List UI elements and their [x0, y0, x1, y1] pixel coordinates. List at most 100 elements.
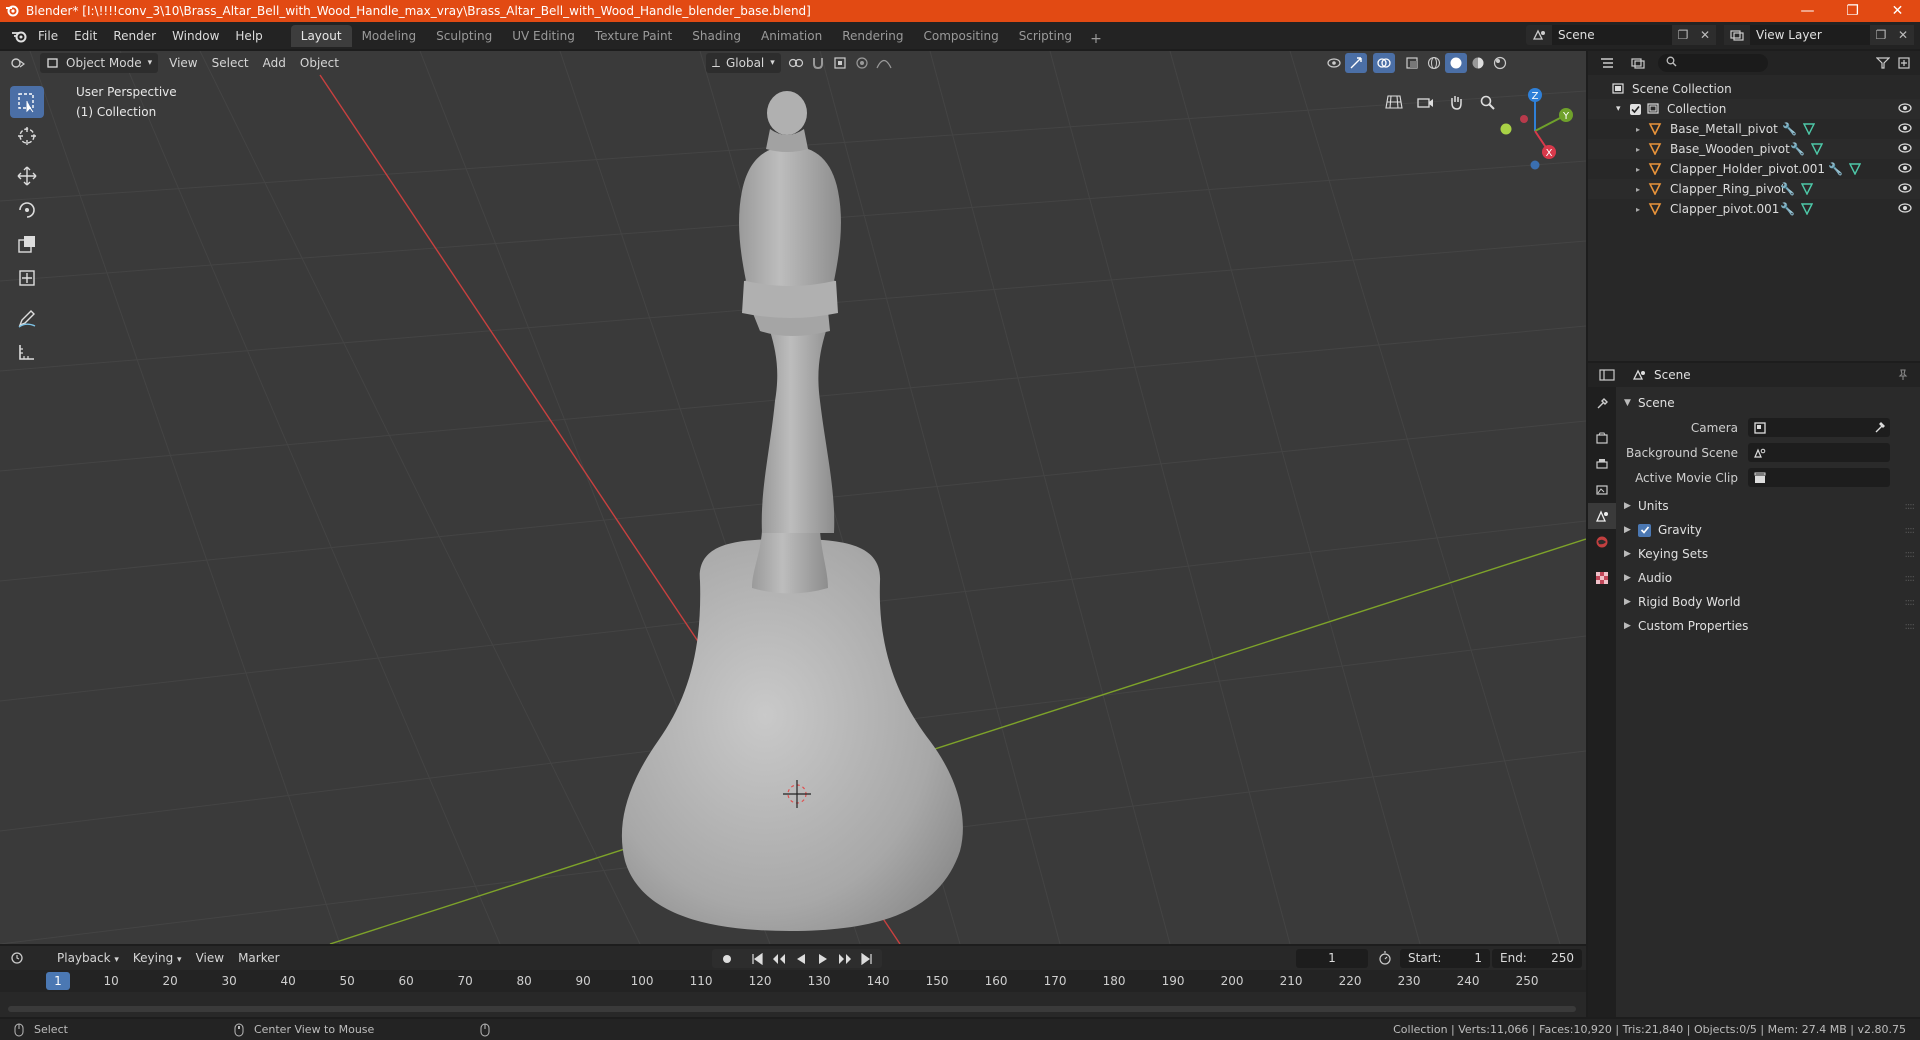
tab-world[interactable]: [1588, 529, 1616, 555]
mesh-data-icon[interactable]: [1802, 123, 1815, 135]
stopwatch-icon[interactable]: [1374, 948, 1396, 968]
jump-start-icon[interactable]: [746, 949, 768, 969]
eye-icon[interactable]: [1898, 182, 1912, 197]
handle-base[interactable]: [752, 531, 828, 594]
eye-icon[interactable]: [1898, 102, 1912, 117]
drag-handle-icon[interactable]: ::::: [1905, 501, 1916, 512]
menu-help[interactable]: Help: [227, 26, 270, 46]
prev-keyframe-icon[interactable]: [768, 949, 790, 969]
scene-selector[interactable]: Scene ❐ ✕: [1526, 25, 1722, 45]
mesh-data-icon[interactable]: [1800, 203, 1813, 215]
play-icon[interactable]: [812, 949, 834, 969]
playhead[interactable]: 1: [46, 972, 70, 990]
drag-handle-icon[interactable]: ::::: [1905, 597, 1916, 608]
scale-tool[interactable]: [10, 228, 44, 260]
delete-scene-icon[interactable]: ✕: [1694, 25, 1716, 45]
scene-panel-header[interactable]: ▼ Scene: [1618, 391, 1920, 415]
cursor-tool[interactable]: [10, 120, 44, 152]
view-layer-name[interactable]: View Layer: [1750, 25, 1870, 45]
movie-clip-field[interactable]: [1748, 468, 1890, 487]
tab-render[interactable]: [1588, 425, 1616, 451]
modifier-wrench-icon[interactable]: 🔧: [1780, 182, 1795, 196]
properties-editor-icon[interactable]: [1596, 365, 1618, 385]
timeline-editor-icon[interactable]: [8, 948, 30, 968]
falloff-curve-icon[interactable]: [873, 53, 895, 73]
modifier-wrench-icon[interactable]: 🔧: [1782, 122, 1797, 136]
xray-toggle-icon[interactable]: [1401, 53, 1423, 73]
tab-uv-editing[interactable]: UV Editing: [502, 25, 585, 47]
add-workspace-button[interactable]: +: [1082, 31, 1110, 47]
move-tool[interactable]: [10, 160, 44, 192]
handle-top[interactable]: [739, 146, 841, 286]
menu-render[interactable]: Render: [105, 26, 164, 46]
minimize-button[interactable]: —: [1785, 0, 1830, 22]
outliner-object-row[interactable]: ▸ Base_Wooden_pivot 🔧: [1588, 139, 1920, 159]
gizmo-neg-x[interactable]: [1520, 115, 1528, 123]
pivot-point-icon[interactable]: [785, 53, 807, 73]
eye-icon[interactable]: [1898, 122, 1912, 137]
collection-include-checkbox[interactable]: [1630, 103, 1641, 115]
gravity-checkbox[interactable]: [1638, 523, 1651, 537]
drag-handle-icon[interactable]: ::::: [1905, 525, 1916, 536]
eye-icon[interactable]: [1898, 162, 1912, 177]
viewport-menu-add[interactable]: Add: [256, 53, 293, 73]
chevron-right-icon[interactable]: ▸: [1636, 145, 1648, 154]
filter-icon[interactable]: [1872, 53, 1894, 73]
tab-rendering[interactable]: Rendering: [832, 25, 913, 47]
chevron-right-icon[interactable]: ▸: [1636, 165, 1648, 174]
gizmo-neg-y[interactable]: [1500, 123, 1512, 135]
menu-edit[interactable]: Edit: [66, 26, 105, 46]
annotate-tool[interactable]: [10, 302, 44, 334]
timeline-menu-marker[interactable]: Marker: [231, 948, 286, 968]
gizmo-toggle-icon[interactable]: [1344, 53, 1367, 73]
overlays-toggle-icon[interactable]: [1372, 53, 1395, 73]
outliner-object-row[interactable]: ▸ Clapper_Holder_pivot.001 🔧: [1588, 159, 1920, 179]
next-keyframe-icon[interactable]: [834, 949, 856, 969]
viewport-menu-select[interactable]: Select: [205, 53, 256, 73]
tab-scene[interactable]: [1588, 503, 1616, 529]
gizmo-neg-z[interactable]: [1530, 160, 1540, 170]
tab-tool[interactable]: [1588, 391, 1616, 417]
modifier-wrench-icon[interactable]: 🔧: [1828, 162, 1843, 176]
pan-hand-icon[interactable]: [1442, 88, 1470, 116]
tab-scripting[interactable]: Scripting: [1009, 25, 1082, 47]
outliner-collection[interactable]: ▾ Collection: [1588, 99, 1920, 119]
transform-orientation-dropdown[interactable]: ⟂ Global ▾: [705, 53, 781, 73]
mesh-data-icon[interactable]: [1848, 163, 1861, 175]
tab-sculpting[interactable]: Sculpting: [426, 25, 502, 47]
drag-handle-icon[interactable]: ::::: [1905, 621, 1916, 632]
chevron-right-icon[interactable]: ▸: [1636, 125, 1648, 134]
audio-panel-header[interactable]: ▶ Audio ::::: [1618, 566, 1920, 590]
play-reverse-icon[interactable]: [790, 949, 812, 969]
camera-field[interactable]: [1748, 418, 1890, 437]
blender-menu-icon[interactable]: [8, 26, 30, 46]
tab-output[interactable]: [1588, 451, 1616, 477]
tab-animation[interactable]: Animation: [751, 25, 832, 47]
menu-window[interactable]: Window: [164, 26, 227, 46]
shading-material-icon[interactable]: [1467, 53, 1489, 73]
new-view-layer-icon[interactable]: ❐: [1870, 25, 1892, 45]
timeline-menu-playback[interactable]: Playback ▾: [50, 948, 126, 968]
shading-rendered-icon[interactable]: [1489, 53, 1511, 73]
snap-target-icon[interactable]: [829, 53, 851, 73]
new-collection-icon[interactable]: [1894, 53, 1916, 73]
jump-end-icon[interactable]: [856, 949, 878, 969]
start-frame-field[interactable]: Start: 1: [1400, 949, 1490, 968]
snap-magnet-icon[interactable]: [807, 53, 829, 73]
gravity-panel-header[interactable]: ▶ Gravity ::::: [1618, 518, 1920, 542]
delete-view-layer-icon[interactable]: ✕: [1892, 25, 1914, 45]
background-scene-field[interactable]: [1748, 443, 1890, 462]
new-scene-icon[interactable]: ❐: [1672, 25, 1694, 45]
camera-view-icon[interactable]: [1411, 88, 1439, 116]
menu-file[interactable]: File: [30, 26, 66, 46]
rotate-tool[interactable]: [10, 194, 44, 226]
editor-type-icon[interactable]: [8, 53, 30, 73]
rigid-body-world-panel-header[interactable]: ▶ Rigid Body World ::::: [1618, 590, 1920, 614]
drag-handle-icon[interactable]: ::::: [1905, 549, 1916, 560]
modifier-wrench-icon[interactable]: 🔧: [1790, 142, 1805, 156]
end-frame-field[interactable]: End: 250: [1492, 949, 1582, 968]
visibility-selectability-icon[interactable]: [1323, 53, 1345, 73]
tab-view-layer[interactable]: [1588, 477, 1616, 503]
chevron-down-icon[interactable]: ▾: [1616, 104, 1630, 114]
close-button[interactable]: ✕: [1875, 0, 1920, 22]
